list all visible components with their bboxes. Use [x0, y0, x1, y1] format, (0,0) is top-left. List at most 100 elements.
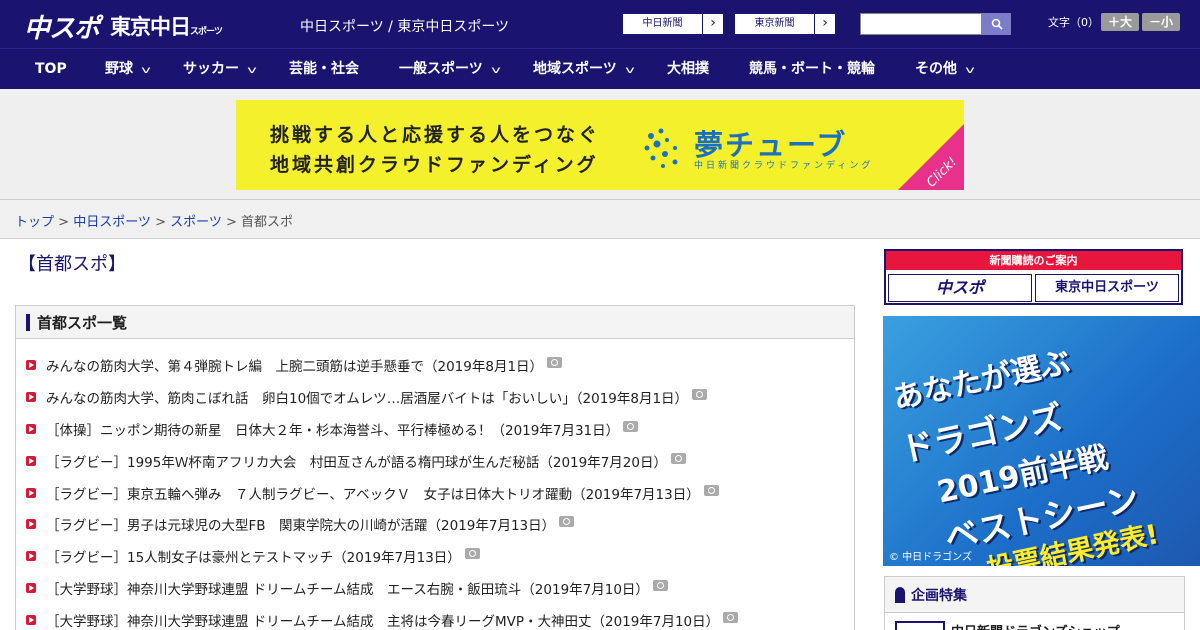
list-item-text: ［ラグビー］1995年Ｗ杯南アフリカ大会 村田亙さんが語る楕円球が生んだ秘話（2…	[46, 455, 667, 471]
camera-icon	[670, 452, 686, 464]
list-item-text: ［大学野球］神奈川大学野球連盟 ドリームチーム結成 主将は今春リーグMVP・大神…	[46, 614, 720, 630]
tokyo-chunichi-logo-small: スポーツ	[190, 27, 223, 37]
breadcrumb-sep: >	[54, 215, 74, 230]
banner-area: 挑戦する人と応援する人をつなぐ 地域共創クラウドファンディング 夢チューブ 中日…	[0, 89, 1200, 200]
nav-label: TOP	[35, 61, 67, 77]
nav-other[interactable]: その他 v	[915, 49, 975, 90]
breadcrumb-sports[interactable]: スポーツ	[170, 215, 222, 230]
arrow-bullet-icon	[26, 551, 36, 561]
ribbon-icon	[895, 586, 905, 603]
breadcrumb-sep: >	[221, 215, 242, 230]
nav-label: 一般スポーツ	[399, 61, 483, 77]
list-item-text: ［ラグビー］東京五輪へ弾み ７人制ラグビー、アベックＶ 女子は日体大トリオ躍動（…	[46, 487, 700, 503]
main-nav: TOP 野球 v サッカー v 芸能・社会 一般スポーツ v 地域スポーツ v 大相撲 …	[0, 48, 1200, 89]
breadcrumb-current: 首都スポ	[241, 215, 294, 230]
arrow-bullet-icon	[26, 488, 36, 498]
nav-racing[interactable]: 競馬・ボート・競輪	[749, 49, 875, 90]
nav-entertainment[interactable]: 芸能・社会	[289, 49, 359, 90]
subscription-card[interactable]: 新聞購読のご案内 中スポ 東京中日スポーツ	[884, 249, 1183, 305]
chevron-down-icon: v	[624, 65, 635, 76]
camera-icon	[723, 611, 739, 623]
nav-baseball[interactable]: 野球 v	[105, 49, 151, 90]
nav-soccer[interactable]: サッカー v	[183, 49, 257, 90]
list-item-text: ［体操］ニッポン期待の新星 日体大２年・杉本海誉斗、平行棒極める！（2019年7…	[46, 423, 620, 439]
nav-general-sports[interactable]: 一般スポーツ v	[399, 49, 501, 90]
chevron-right-icon: ›	[710, 15, 716, 31]
dragons-vote-ad[interactable]: あなたが選ぶ ドラゴンズ 2019前半戦 ベストシーン 投票結果発表! © 中日…	[883, 316, 1200, 566]
list-item-text: みんなの筋肉大学、筋肉こぼれ話 卵白10個でオムレツ…居酒屋バイトは「おいしい」…	[46, 391, 689, 407]
breadcrumb-top[interactable]: トップ	[15, 215, 54, 230]
nav-top[interactable]: TOP	[35, 49, 67, 90]
site-links[interactable]: 中日スポーツ / 東京中日スポーツ	[300, 16, 509, 36]
chevron-down-icon: v	[490, 65, 501, 76]
arrow-bullet-icon	[26, 424, 36, 434]
feature-title: 企画特集	[911, 587, 967, 604]
feature-item-dragons-shop[interactable]: 中日新聞ドラゴンズショップ	[951, 621, 1120, 630]
list-item[interactable]: みんなの筋肉大学、筋肉こぼれ話 卵白10個でオムレツ…居酒屋バイトは「おいしい」…	[26, 387, 708, 407]
subscription-heading: 新聞購読のご案内	[886, 251, 1181, 270]
list-item-text: ［ラグビー］男子は元球児の大型FB 関東学院大の川崎が活躍（2019年7月13日…	[46, 518, 556, 534]
list-item[interactable]: ［大学野球］神奈川大学野球連盟 ドリームチーム結成 エース右腕・飯田琉斗（201…	[26, 578, 668, 598]
banner-line-2: 地域共創クラウドファンディング	[270, 154, 599, 176]
arrow-bullet-icon	[26, 360, 36, 370]
tokyo-chunichi-logo[interactable]: 東京中日スポーツ	[110, 11, 223, 41]
tokyo-chunichi-logo-text: 東京中日	[110, 15, 191, 39]
list-item[interactable]: ［体操］ニッポン期待の新星 日体大２年・杉本海誉斗、平行棒極める！（2019年7…	[26, 419, 639, 439]
list-item[interactable]: みんなの筋肉大学、第４弾腕トレ編 上腕二頭筋は逆手懸垂で（2019年8月1日）	[26, 355, 563, 375]
font-smaller-button[interactable]: －小	[1142, 13, 1180, 31]
banner-line-1: 挑戦する人と応援する人をつなぐ	[270, 124, 601, 146]
nav-label: 野球	[105, 61, 133, 77]
list-item[interactable]: ［大学野球］神奈川大学野球連盟 ドリームチーム結成 主将は今春リーグMVP・大神…	[26, 610, 739, 630]
list-item[interactable]: ［ラグビー］東京五輪へ弾み ７人制ラグビー、アベックＶ 女子は日体大トリオ躍動（…	[26, 483, 719, 503]
tokyo-shimbun-link[interactable]: 東京新聞 ›	[734, 13, 836, 35]
site-header: 中スポ 東京中日スポーツ 中日スポーツ / 東京中日スポーツ 中日新聞 › 東京新…	[0, 0, 1200, 48]
chuspo-logo[interactable]: 中スポ	[24, 8, 100, 45]
chevron-down-icon: v	[247, 65, 257, 76]
nav-label: 大相撲	[667, 61, 709, 77]
camera-icon	[703, 484, 719, 496]
nav-label: 芸能・社会	[289, 61, 359, 77]
nav-label: 競馬・ボート・競輪	[749, 61, 875, 77]
search-button[interactable]	[982, 13, 1011, 35]
chunichi-shimbun-label: 中日新聞	[623, 14, 703, 34]
arrow-bullet-icon	[26, 615, 36, 625]
camera-icon	[559, 515, 575, 527]
feature-box: 企画特集 中日新聞ドラゴンズショップ	[884, 576, 1185, 630]
article-list-title: 首都スポ一覧	[37, 313, 128, 332]
list-item[interactable]: ［ラグビー］15人制女子は豪州とテストマッチ（2019年7月13日）	[26, 546, 480, 566]
camera-icon	[652, 579, 668, 591]
search-input[interactable]	[860, 13, 982, 35]
feature-header: 企画特集	[885, 577, 1184, 613]
chevron-right-icon: ›	[822, 15, 828, 31]
list-item[interactable]: ［ラグビー］1995年Ｗ杯南アフリカ大会 村田亙さんが語る楕円球が生んだ秘話（2…	[26, 451, 686, 471]
tokyo-shimbun-label: 東京新聞	[735, 14, 815, 34]
nav-label: 地域スポーツ	[533, 61, 617, 77]
arrow-bullet-icon	[26, 583, 36, 593]
camera-icon	[464, 547, 480, 559]
nav-sumo[interactable]: 大相撲	[667, 49, 709, 90]
arrow-bullet-icon	[26, 392, 36, 402]
breadcrumb-chunichi-sports[interactable]: 中日スポーツ	[73, 215, 151, 230]
article-list-header: 首都スポ一覧	[16, 306, 854, 339]
list-item-text: ［大学野球］神奈川大学野球連盟 ドリームチーム結成 エース右腕・飯田琉斗（201…	[46, 582, 649, 598]
subscription-chuspo-logo[interactable]: 中スポ	[888, 274, 1032, 302]
feature-thumbnail[interactable]	[895, 621, 945, 630]
ad-copyright: © 中日ドラゴンズ	[889, 552, 972, 563]
heading-bar	[26, 313, 30, 331]
banner-brand-sub: 中日新聞クラウドファンディング	[694, 161, 874, 171]
list-item[interactable]: ［ラグビー］男子は元球児の大型FB 関東学院大の川崎が活躍（2019年7月13日…	[26, 514, 575, 534]
nav-regional-sports[interactable]: 地域スポーツ v	[533, 49, 635, 90]
article-list: 首都スポ一覧 みんなの筋肉大学、第４弾腕トレ編 上腕二頭筋は逆手懸垂で（2019…	[15, 305, 855, 630]
arrow-bullet-icon	[26, 519, 36, 529]
crowdfunding-banner[interactable]: 挑戦する人と応援する人をつなぐ 地域共創クラウドファンディング 夢チューブ 中日…	[236, 100, 964, 190]
camera-icon	[692, 388, 708, 400]
font-larger-button[interactable]: ＋大	[1101, 13, 1139, 31]
nav-label: サッカー	[183, 61, 239, 77]
subscription-tokyo-chunichi-logo[interactable]: 東京中日スポーツ	[1035, 274, 1179, 302]
list-item-text: みんなの筋肉大学、第４弾腕トレ編 上腕二頭筋は逆手懸垂で（2019年8月1日）	[46, 359, 544, 375]
arrow-bullet-icon	[26, 456, 36, 466]
nav-label: その他	[915, 61, 957, 77]
page-title: 【首都スポ】	[18, 254, 126, 275]
chevron-down-icon: v	[141, 65, 151, 76]
chunichi-shimbun-link[interactable]: 中日新聞 ›	[622, 13, 724, 35]
